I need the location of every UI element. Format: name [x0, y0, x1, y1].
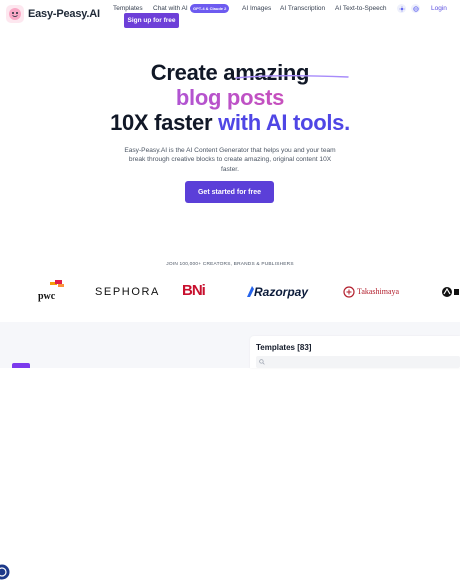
signup-button[interactable]: Sign up for free: [124, 13, 179, 28]
partial-brand-logo-right: [442, 287, 459, 297]
pwc-logo-marks: [50, 280, 64, 287]
sidebar-tab-indicator[interactable]: [12, 363, 30, 368]
get-started-button[interactable]: Get started for free: [185, 181, 274, 203]
hero-description: Easy-Peasy.AI is the AI Content Generato…: [124, 146, 336, 173]
takashimaya-mark-icon: [343, 286, 355, 298]
nav-link-ai-transcription[interactable]: AI Transcription: [280, 5, 325, 12]
logo-text: Easy-Peasy.AI: [28, 8, 100, 20]
brand-logo-sephora: SEPHORA: [95, 286, 160, 298]
language-button[interactable]: [411, 4, 420, 13]
nav-link-templates[interactable]: Templates: [113, 5, 143, 12]
nav-link-ai-text-to-speech[interactable]: AI Text-to-Speech: [335, 5, 387, 12]
brand-logo-razorpay: Razorpay: [254, 285, 309, 299]
brand-logo-takashimaya: Takashimaya: [357, 287, 400, 296]
theme-toggle-button[interactable]: [397, 4, 406, 13]
brand-logo-bni: BNi: [182, 282, 206, 299]
hero-headline: Create amazing blog posts 10X faster wit…: [0, 60, 460, 135]
templates-search-input[interactable]: [256, 356, 460, 368]
sun-icon: [398, 5, 405, 12]
headline-line-3: 10X faster with AI tools.: [0, 110, 460, 135]
partial-brand-logo-left: [0, 564, 10, 580]
templates-title: Templates [83]: [256, 343, 312, 352]
nav-link-chat-with-ai[interactable]: Chat with AI: [153, 5, 188, 12]
headline-line-1: Create amazing: [150, 60, 310, 85]
login-link[interactable]: Login: [431, 5, 447, 12]
chat-badge: GPT-4 & Claude 2: [190, 4, 230, 13]
headline-accent: with AI tools.: [218, 110, 350, 135]
logo-icon: [6, 5, 24, 23]
logo[interactable]: Easy-Peasy.AI: [6, 5, 100, 23]
search-icon: [259, 359, 265, 365]
headline-line-2: blog posts: [0, 85, 460, 110]
globe-icon: [412, 5, 419, 12]
top-nav: Easy-Peasy.AI Templates Chat with AI GPT…: [0, 0, 460, 30]
headline-prefix: 10X faster: [110, 110, 219, 135]
headline-underline-decoration: [235, 75, 349, 79]
social-proof-heading: JOIN 100,000+ CREATORS, BRANDS & PUBLISH…: [166, 262, 294, 267]
nav-link-ai-images[interactable]: AI Images: [242, 5, 271, 12]
brand-logo-pwc: pwc: [38, 291, 56, 302]
